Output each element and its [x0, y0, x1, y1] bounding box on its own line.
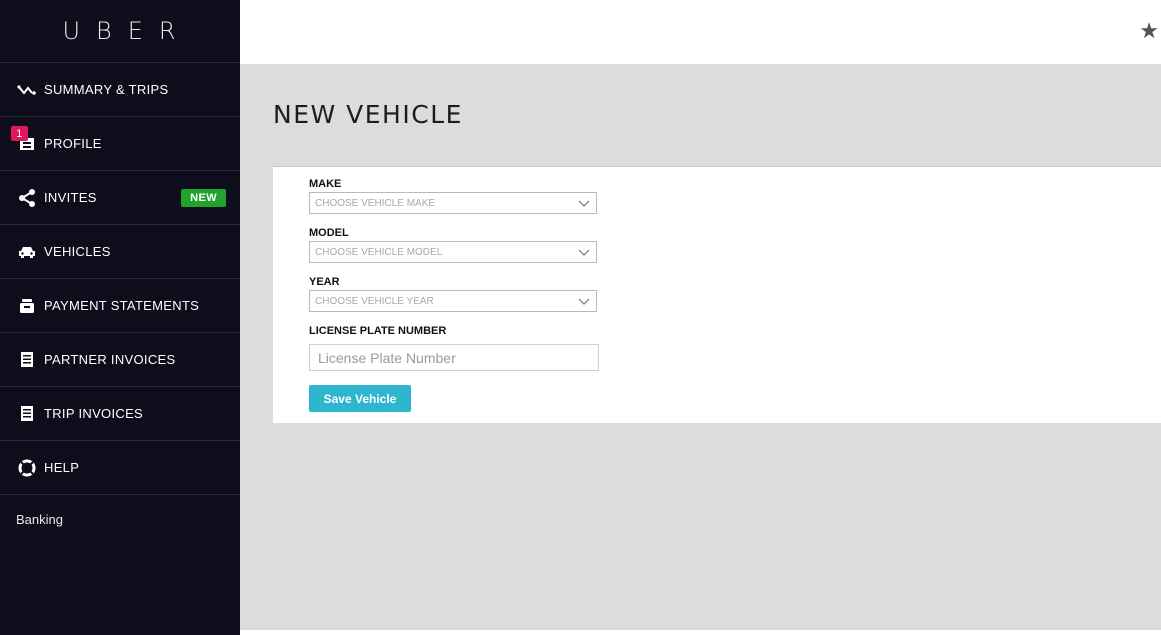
uber-logo[interactable]: UBER: [0, 0, 240, 63]
sidebar-item-trip-invoices[interactable]: TRIP INVOICES: [0, 387, 240, 441]
make-select[interactable]: CHOOSE VEHICLE MAKE: [309, 192, 597, 214]
sidebar-item-banking[interactable]: Banking: [0, 495, 240, 543]
share-icon: [17, 188, 37, 208]
chevron-down-icon: [578, 197, 590, 212]
lifebuoy-icon: [17, 458, 37, 478]
sidebar-item-partner-invoices[interactable]: PARTNER INVOICES: [0, 333, 240, 387]
sidebar: UBER SUMMARY & TRIPS 1 PROFILE INVITES N…: [0, 0, 240, 635]
sidebar-item-label: HELP: [44, 460, 80, 475]
sidebar-item-label: INVITES: [44, 190, 97, 205]
year-label: YEAR: [309, 276, 340, 288]
sidebar-item-label: PARTNER INVOICES: [44, 352, 176, 367]
new-vehicle-form: MAKE CHOOSE VEHICLE MAKE MODEL CHOOSE VE…: [273, 166, 1161, 423]
sidebar-item-payment-statements[interactable]: PAYMENT STATEMENTS: [0, 279, 240, 333]
sidebar-item-profile[interactable]: 1 PROFILE: [0, 117, 240, 171]
profile-notification-badge: 1: [11, 126, 28, 141]
invoice-icon: [17, 404, 37, 424]
sidebar-item-help[interactable]: HELP: [0, 441, 240, 495]
year-select-placeholder: CHOOSE VEHICLE YEAR: [315, 295, 434, 307]
chevron-down-icon: [578, 246, 590, 261]
make-label: MAKE: [309, 178, 342, 190]
sidebar-item-invites[interactable]: INVITES NEW: [0, 171, 240, 225]
sidebar-item-label: VEHICLES: [44, 244, 111, 259]
invoice-icon: [17, 350, 37, 370]
year-select[interactable]: CHOOSE VEHICLE YEAR: [309, 290, 597, 312]
bottom-strip: [240, 630, 1161, 635]
top-bar: ★: [240, 0, 1161, 64]
new-badge: NEW: [181, 189, 226, 207]
license-plate-input[interactable]: [309, 344, 599, 371]
page-title: NEW VEHICLE: [273, 100, 463, 129]
chevron-down-icon: [578, 295, 590, 310]
model-select-placeholder: CHOOSE VEHICLE MODEL: [315, 246, 443, 258]
route-icon: [17, 80, 37, 100]
sidebar-item-summary-trips[interactable]: SUMMARY & TRIPS: [0, 63, 240, 117]
sidebar-item-label: SUMMARY & TRIPS: [44, 82, 169, 97]
sidebar-item-label: PAYMENT STATEMENTS: [44, 298, 200, 313]
wallet-icon: [17, 296, 37, 316]
sidebar-item-vehicles[interactable]: VEHICLES: [0, 225, 240, 279]
make-select-placeholder: CHOOSE VEHICLE MAKE: [315, 197, 436, 209]
sidebar-item-label: PROFILE: [44, 136, 102, 151]
car-icon: [17, 242, 37, 262]
sidebar-item-label: TRIP INVOICES: [44, 406, 144, 421]
model-label: MODEL: [309, 227, 349, 239]
star-icon[interactable]: ★: [1139, 18, 1159, 44]
model-select[interactable]: CHOOSE VEHICLE MODEL: [309, 241, 597, 263]
license-plate-label: LICENSE PLATE NUMBER: [309, 325, 447, 337]
save-vehicle-button[interactable]: Save Vehicle: [309, 385, 411, 412]
